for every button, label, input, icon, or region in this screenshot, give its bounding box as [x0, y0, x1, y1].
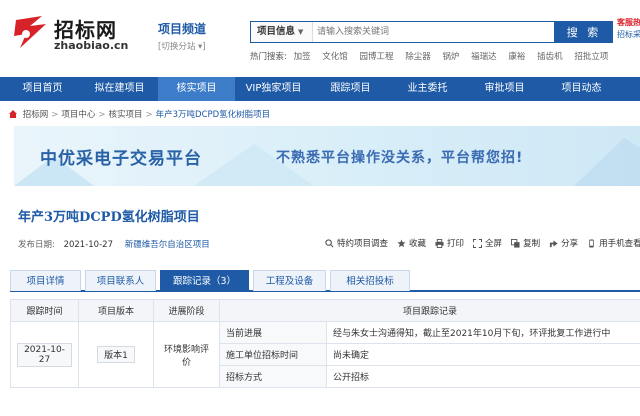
action-label: 收藏 [409, 239, 427, 249]
logo-mark-icon [14, 16, 46, 48]
hot-search-item[interactable]: 插齿机 [537, 52, 563, 62]
action-label: 复制 [523, 239, 541, 249]
printer-icon [435, 238, 444, 248]
hot-search-item[interactable]: 锅炉 [442, 52, 459, 62]
copy-icon [511, 238, 520, 248]
record-value: 尚未确定 [325, 343, 640, 366]
service-link[interactable]: 招标采购 [617, 29, 640, 41]
publish-date: 2021-10-27 [63, 240, 113, 250]
table-header-row: 跟踪时间 项目版本 进展阶段 项目跟踪记录 [10, 299, 640, 322]
hot-search-item[interactable]: 康裕 [508, 52, 525, 62]
search-box: 项目信息 ▼ [250, 21, 555, 43]
record-value: 经与朱女士沟通得知，截止至2021年10月下旬，环评批复工作进行中 [325, 321, 640, 344]
search-category-label: 项目信息 [257, 26, 296, 37]
breadcrumb-separator: > [98, 110, 106, 120]
action-label: 全屏 [485, 239, 503, 249]
record-label: 当前进展 [219, 321, 327, 344]
nav-item-approval[interactable]: 审批项目 [466, 77, 543, 101]
tab-tracking-records[interactable]: 跟踪记录（3） [160, 270, 249, 291]
record-label: 施工单位招标时间 [219, 343, 327, 366]
publish-date-label: 发布日期: [18, 240, 55, 250]
tab-contacts[interactable]: 项目联系人 [85, 270, 156, 291]
column-header: 跟踪时间 [10, 299, 79, 322]
breadcrumb: 招标网 > 项目中心 > 核实项目 > 年产3万吨DCPD氢化树脂项目 [8, 108, 270, 120]
stage-cell: 环境影响评价 [153, 321, 220, 388]
survey-button[interactable]: 特约项目调查 [325, 237, 388, 249]
column-header: 项目版本 [78, 299, 154, 322]
banner-slogan: 不熟悉平台操作没关系，平台帮您招! [276, 150, 524, 166]
hot-search-item[interactable]: 加签 [294, 52, 311, 62]
table-row: 2021-10-27 版本1 环境影响评价 当前进展 经与朱女士沟通得知，截止至… [10, 321, 640, 388]
banner-headline: 中优采电子交易平台 [40, 149, 202, 169]
hot-search: 热门搜索: 加签 文化馆 园博工程 除尘器 锅炉 福瑞达 康裕 插齿机 招批立项 [250, 50, 620, 62]
share-button[interactable]: 分享 [549, 237, 578, 249]
mobile-view-button[interactable]: 用手机查看 [587, 237, 640, 249]
tracking-table: 跟踪时间 项目版本 进展阶段 项目跟踪记录 2021-10-27 版本1 环境影… [10, 299, 640, 388]
service-block: 客服热线 招标采购 [617, 17, 640, 41]
version-cell: 版本1 [78, 321, 154, 388]
action-label: 打印 [447, 239, 465, 249]
channel-title: 项目频道 [158, 22, 207, 36]
phone-icon [589, 238, 594, 248]
tracking-date-cell: 2021-10-27 [10, 321, 79, 388]
record-label: 招标方式 [219, 365, 327, 388]
fullscreen-icon [473, 238, 483, 248]
logo-text-en: zhaobiao.cn [54, 39, 129, 52]
breadcrumb-separator: > [145, 110, 153, 120]
record-value: 公开招标 [325, 365, 640, 388]
hot-search-label: 热门搜索: [250, 52, 287, 62]
service-hotline: 客服热线 [617, 18, 640, 27]
nav-item-tracking[interactable]: 跟踪项目 [312, 77, 389, 101]
print-button[interactable]: 打印 [435, 237, 464, 249]
site-header: 招标网 zhaobiao.cn 项目频道 [切换分站 ▾] 项目信息▼ 搜 索 … [0, 0, 640, 76]
nav-item-planned[interactable]: 拟在建项目 [81, 77, 158, 101]
nav-item-owner[interactable]: 业主委托 [389, 77, 466, 101]
action-bar: 特约项目调查 收藏 打印 全屏 复制 分享 用手机查看 [325, 237, 640, 249]
favorite-button[interactable]: 收藏 [397, 237, 426, 249]
search-input[interactable] [317, 22, 549, 42]
nav-item-home[interactable]: 项目首页 [4, 77, 81, 101]
region-link[interactable]: 新疆维吾尔自治区项目 [125, 240, 210, 250]
star-icon [397, 238, 406, 247]
tab-related-bids[interactable]: 相关招投标 [330, 270, 410, 291]
breadcrumb-separator: > [51, 110, 59, 120]
project-meta: 发布日期: 2021-10-27 新疆维吾尔自治区项目 [18, 238, 210, 250]
nav-item-verified[interactable]: 核实项目 [158, 77, 235, 101]
page-title: 年产3万吨DCPD氢化树脂项目 [18, 210, 200, 225]
tab-engineering-equipment[interactable]: 工程及设备 [253, 270, 326, 291]
breadcrumb-item[interactable]: 项目中心 [61, 110, 95, 120]
hot-search-item[interactable]: 文化馆 [322, 52, 348, 62]
site-logo[interactable]: 招标网 zhaobiao.cn [12, 12, 132, 54]
main-nav: 项目首页 拟在建项目 核实项目 VIP独家项目 跟踪项目 业主委托 审批项目 项… [0, 77, 640, 101]
copy-button[interactable]: 复制 [511, 237, 540, 249]
switch-site-link[interactable]: [切换分站 ▾] [158, 40, 206, 52]
column-header: 项目跟踪记录 [218, 299, 640, 322]
hot-search-item[interactable]: 福瑞达 [471, 52, 497, 62]
ad-banner[interactable]: 中优采电子交易平台 不熟悉平台操作没关系，平台帮您招! [14, 126, 640, 186]
breadcrumb-item[interactable]: 招标网 [23, 110, 49, 120]
hot-search-item[interactable]: 招批立项 [574, 52, 608, 62]
hot-search-item[interactable]: 园博工程 [360, 52, 394, 62]
chevron-down-icon: ▼ [298, 28, 304, 36]
action-label: 特约项目调查 [337, 239, 389, 249]
action-label: 用手机查看 [599, 239, 640, 249]
search-button[interactable]: 搜 索 [555, 21, 613, 43]
home-icon [9, 110, 17, 118]
project-version: 版本1 [97, 346, 135, 363]
breadcrumb-current: 年产3万吨DCPD氢化树脂项目 [155, 110, 271, 120]
nav-item-news[interactable]: 项目动态 [543, 77, 620, 101]
breadcrumb-item[interactable]: 核实项目 [108, 110, 142, 120]
fullscreen-button[interactable]: 全屏 [473, 237, 502, 249]
channel-block: 项目频道 [切换分站 ▾] [158, 20, 206, 52]
detail-tabs: 项目详情 项目联系人 跟踪记录（3） 工程及设备 相关招投标 [10, 268, 640, 292]
tab-details[interactable]: 项目详情 [10, 270, 81, 291]
search-icon [325, 238, 334, 247]
tracking-date: 2021-10-27 [17, 342, 72, 367]
column-header: 进展阶段 [153, 299, 220, 322]
action-label: 分享 [561, 239, 579, 249]
share-icon [549, 239, 558, 247]
search-category-select[interactable]: 项目信息 ▼ [251, 22, 313, 42]
hot-search-item[interactable]: 除尘器 [405, 52, 431, 62]
nav-item-vip[interactable]: VIP独家项目 [235, 77, 312, 101]
